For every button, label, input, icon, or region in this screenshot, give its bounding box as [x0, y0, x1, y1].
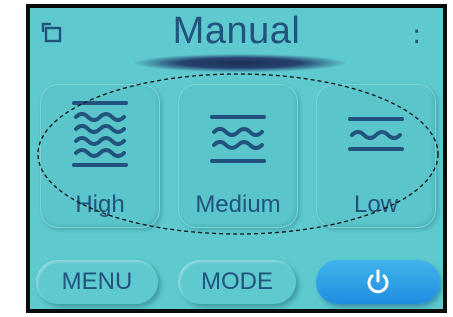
header: Manual :	[30, 8, 443, 72]
menu-button[interactable]: MENU	[36, 260, 158, 304]
mode-low-label: Low	[353, 191, 399, 218]
mode-high-button[interactable]: High	[40, 84, 160, 228]
medium-waves-icon	[210, 115, 266, 163]
mode-high-label: High	[75, 191, 125, 218]
power-icon	[367, 269, 389, 294]
mode-medium-label: Medium	[195, 191, 281, 218]
more-options-button[interactable]: :	[412, 20, 421, 50]
mode-low-button[interactable]: Low	[316, 84, 436, 228]
power-button[interactable]	[316, 260, 440, 304]
device-screen: Manual : High Medium Low MENU MODE	[26, 4, 447, 313]
title-underline	[134, 54, 346, 72]
low-waves-icon	[348, 117, 404, 151]
mode-medium-button[interactable]: Medium	[178, 84, 298, 228]
page-title: Manual	[172, 10, 301, 52]
high-waves-icon	[72, 101, 128, 167]
mode-button[interactable]: MODE	[178, 260, 296, 304]
